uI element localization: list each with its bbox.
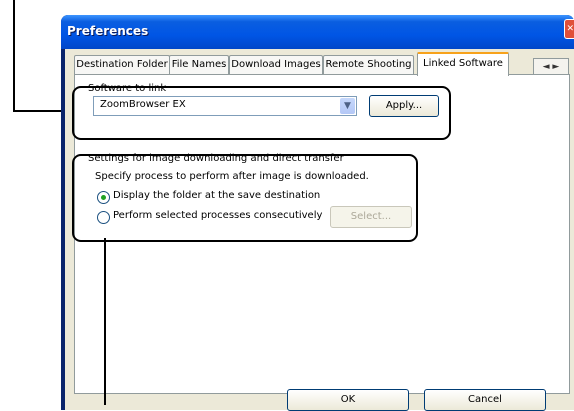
- close-icon: ✕: [566, 24, 574, 34]
- software-callout-box: [72, 86, 451, 140]
- left-right-arrows-icon: ◄ ►: [542, 62, 560, 72]
- title-bar[interactable]: Preferences ✕: [61, 15, 574, 49]
- close-button[interactable]: ✕: [564, 19, 574, 39]
- download-settings-callout-box: [72, 154, 418, 242]
- tab-remote-shooting[interactable]: Remote Shooting: [323, 55, 414, 74]
- callout-line: [13, 0, 15, 112]
- tab-linked-software[interactable]: Linked Software: [417, 52, 509, 76]
- callout-line: [104, 238, 106, 405]
- ok-button[interactable]: OK: [287, 389, 409, 411]
- window-title: Preferences: [67, 24, 149, 38]
- tab-download-images[interactable]: Download Images: [229, 55, 323, 74]
- cancel-button[interactable]: Cancel: [424, 389, 546, 411]
- tab-file-names[interactable]: File Names: [169, 55, 229, 74]
- tab-destination-folder[interactable]: Destination Folder: [74, 55, 170, 74]
